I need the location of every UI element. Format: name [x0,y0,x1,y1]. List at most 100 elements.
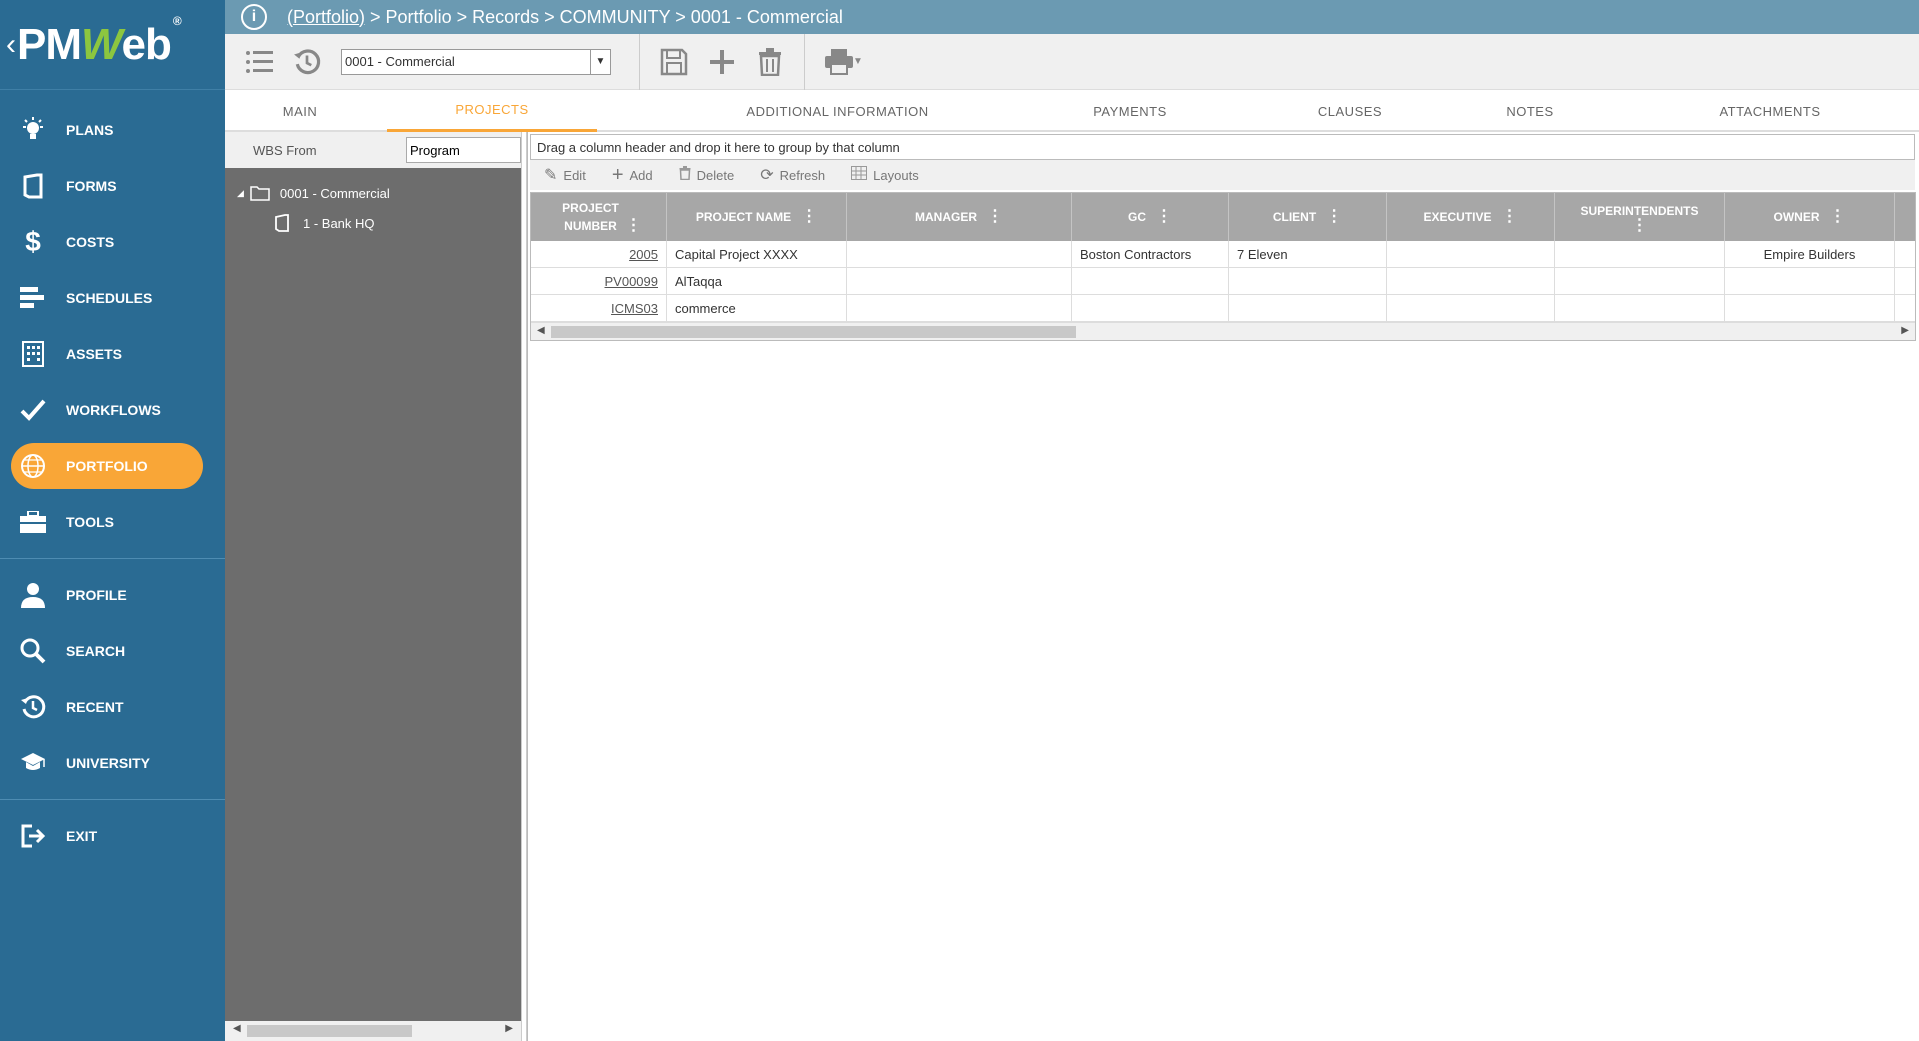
delete-button[interactable] [750,42,790,82]
cell-manager [847,241,1072,267]
nav-item-university[interactable]: UNIVERSITY [0,735,225,791]
column-header-executive[interactable]: EXECUTIVE ⋮ [1387,193,1555,241]
grid-horizontal-scrollbar[interactable]: ◀ ▶ [531,322,1915,340]
scroll-right-arrow-icon[interactable]: ▶ [1901,325,1909,336]
cell-manager [847,295,1072,321]
edit-label: Edit [563,167,586,183]
nav-label: EXIT [66,828,98,844]
wbs-from-input[interactable] [406,137,521,163]
tree-horizontal-scrollbar[interactable]: ◀ ▶ [225,1021,521,1041]
nav-label: PLANS [66,122,114,138]
group-drop-area[interactable]: Drag a column header and drop it here to… [530,134,1915,160]
logo-registered-mark: ® [172,14,182,28]
column-menu-icon[interactable]: ⋮ [1156,208,1172,226]
logo-text-a: PM [17,19,82,69]
pmweb-logo[interactable]: ‹ PM W eb ® [0,0,225,90]
tab-payments[interactable]: PAYMENTS [1055,90,1205,132]
tree-node-root[interactable]: ◢ 0001 - Commercial [225,178,521,208]
nav-separator [0,558,225,559]
tab-projects[interactable]: PROJECTS [387,90,597,132]
nav-item-schedules[interactable]: SCHEDULES [0,270,225,326]
scroll-left-arrow-icon[interactable]: ◀ [233,1023,241,1034]
scrollbar-thumb[interactable] [247,1025,412,1037]
cell-executive [1387,268,1555,294]
column-menu-icon[interactable]: ⋮ [987,208,1003,226]
layouts-label: Layouts [873,167,919,183]
list-view-button[interactable] [239,42,279,82]
column-menu-icon[interactable]: ⋮ [1326,208,1342,226]
record-select[interactable]: 0001 - Commercial ▼ [341,48,611,75]
cell-project-number: 2005 [531,241,667,267]
column-menu-icon[interactable]: ⋮ [1502,208,1518,226]
column-header-project-name[interactable]: PROJECT NAME ⋮ [667,193,847,241]
trash-icon [679,165,691,185]
nav-item-workflows[interactable]: WORKFLOWS [0,382,225,438]
scroll-right-arrow-icon[interactable]: ▶ [505,1023,513,1034]
layouts-button[interactable]: Layouts [851,165,919,185]
nav-item-costs[interactable]: $ COSTS [0,214,225,270]
nav-item-profile[interactable]: PROFILE [0,567,225,623]
column-header-manager[interactable]: MANAGER ⋮ [847,193,1072,241]
tab-attachments[interactable]: ATTACHMENTS [1665,90,1875,132]
history-button[interactable] [287,42,327,82]
add-row-button[interactable]: + Add [612,164,653,187]
lightbulb-icon [20,117,46,143]
toolbar-divider [639,33,640,90]
table-row[interactable]: 2005 Capital Project XXXX Boston Contrac… [531,241,1915,268]
project-number-link[interactable]: ICMS03 [611,301,658,316]
tab-clauses[interactable]: CLAUSES [1275,90,1425,132]
nav-item-forms[interactable]: FORMS [0,158,225,214]
nav-item-tools[interactable]: TOOLS [0,494,225,550]
column-menu-icon[interactable]: ⋮ [801,208,817,226]
column-header-superintendents[interactable]: SUPERINTENDENTS ⋮ [1555,193,1725,241]
expand-triangle-icon[interactable]: ◢ [237,188,244,199]
tree-node-child[interactable]: 1 - Bank HQ [225,208,521,238]
project-number-link[interactable]: PV00099 [605,274,659,289]
column-header-owner[interactable]: OWNER ⋮ [1725,193,1895,241]
column-header-project-number[interactable]: PROJECT NUMBER ⋮ [531,193,667,241]
refresh-label: Refresh [779,167,826,183]
delete-row-button[interactable]: Delete [679,165,734,185]
add-button[interactable] [702,42,742,82]
column-header-client[interactable]: CLIENT ⋮ [1229,193,1387,241]
save-button[interactable] [654,42,694,82]
back-chevron-icon[interactable]: ‹ [6,28,16,62]
column-menu-icon[interactable]: ⋮ [626,217,642,235]
schedule-bars-icon [20,285,46,311]
nav-label: RECENT [66,699,124,715]
info-icon[interactable]: i [241,4,267,30]
table-row[interactable]: ICMS03 commerce [531,295,1915,322]
cell-project-name: AlTaqqa [667,268,847,294]
pencil-icon: ✎ [544,167,558,184]
nav-item-assets[interactable]: ASSETS [0,326,225,382]
column-header-label: MANAGER [915,210,977,224]
column-header-gc[interactable]: GC ⋮ [1072,193,1229,241]
project-number-link[interactable]: 2005 [629,247,658,262]
tab-notes[interactable]: NOTES [1465,90,1595,132]
column-header-label: CLIENT [1272,210,1317,224]
toolbar-divider [804,33,805,90]
refresh-button[interactable]: ⟳ Refresh [760,165,825,185]
nav-item-recent[interactable]: RECENT [0,679,225,735]
breadcrumb-portfolio-link[interactable]: (Portfolio) [287,7,365,28]
table-row[interactable]: PV00099 AlTaqqa [531,268,1915,295]
nav-item-search[interactable]: SEARCH [0,623,225,679]
nav-item-portfolio[interactable]: PORTFOLIO [11,443,203,489]
tab-main[interactable]: MAIN [225,90,375,132]
scrollbar-thumb[interactable] [551,326,1076,338]
edit-button[interactable]: ✎ Edit [544,165,586,185]
tree-header: WBS From [225,132,521,168]
column-menu-icon[interactable]: ⋮ [1830,208,1846,226]
print-options-chevron-icon[interactable]: ▼ [853,56,863,67]
scroll-left-arrow-icon[interactable]: ◀ [537,325,545,336]
column-menu-icon[interactable]: ⋮ [1632,218,1648,234]
nav-item-exit[interactable]: EXIT [0,808,225,864]
toolbar: 0001 - Commercial ▼ ▼ [225,33,1919,90]
chevron-down-icon[interactable]: ▼ [590,49,610,74]
projects-table: PROJECT NUMBER ⋮ PROJECT NAME ⋮ MANAGER ⋮ G… [530,192,1916,341]
tab-additional-information[interactable]: ADDITIONAL INFORMATION [695,90,980,132]
plus-icon: + [611,163,624,186]
nav-label: UNIVERSITY [66,755,151,771]
nav-item-plans[interactable]: PLANS [0,102,225,158]
column-header-label: PROJECT NUMBER [562,201,619,233]
